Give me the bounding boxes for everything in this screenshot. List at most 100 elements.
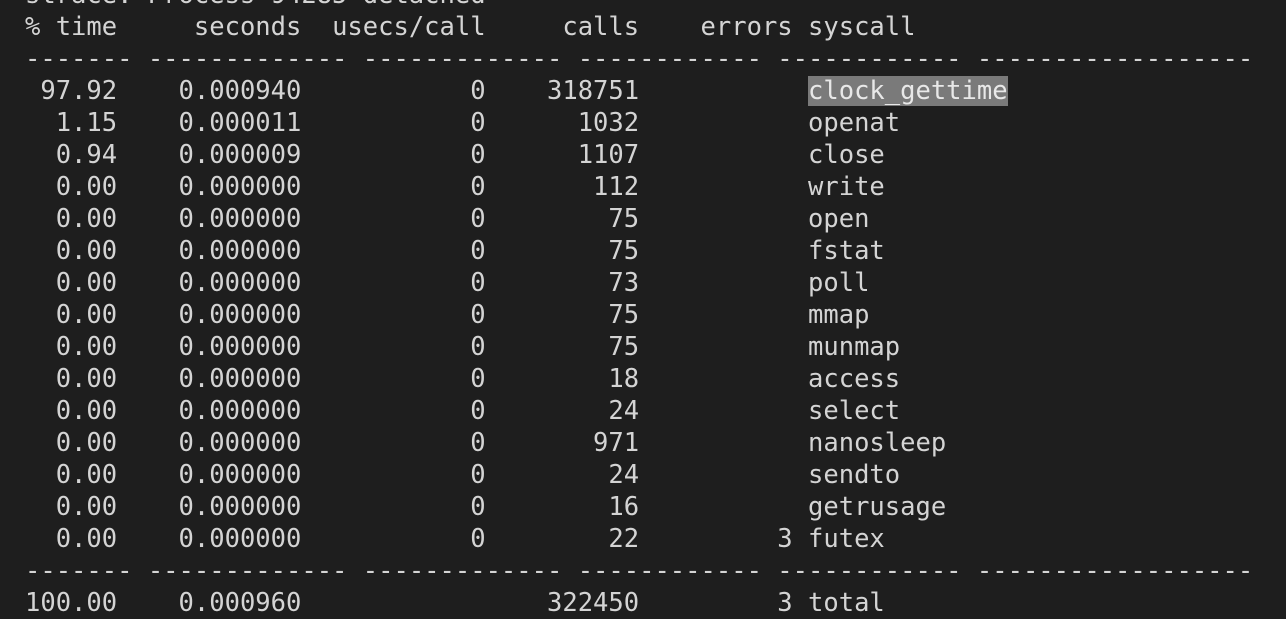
row-5-calls: 75 — [485, 236, 640, 266]
row-5-gap — [793, 236, 808, 266]
table-header-row: % time seconds usecs/call calls errors s… — [25, 11, 1253, 43]
total-row-pct-time: 100.00 — [25, 588, 118, 618]
row-12-seconds: 0.000000 — [117, 460, 302, 490]
row-7-errors — [639, 300, 793, 330]
row-1-usecs-per-call: 0 — [301, 108, 486, 138]
sep-calls: ------------ — [562, 556, 762, 586]
row-1-calls: 1032 — [485, 108, 640, 138]
row-11-seconds: 0.000000 — [117, 428, 302, 458]
row-3-gap — [793, 172, 808, 202]
table-row: 0.00 0.000000 0 16 getrusage — [25, 491, 1253, 523]
total-row-errors: 3 — [639, 588, 793, 618]
row-5-usecs-per-call: 0 — [301, 236, 486, 266]
row-7-seconds: 0.000000 — [117, 300, 302, 330]
header-pct-time: % time — [25, 12, 118, 42]
sep-pct-time: ------- — [25, 556, 133, 586]
header-seconds: seconds — [117, 12, 302, 42]
row-3-syscall: write — [808, 172, 885, 202]
row-13-errors — [639, 492, 793, 522]
sep-seconds: ------------- — [132, 556, 348, 586]
row-10-gap — [793, 396, 808, 426]
row-9-syscall: access — [808, 364, 901, 394]
row-14-seconds: 0.000000 — [117, 524, 302, 554]
table-total-row: 100.00 0.000960 322450 3 total — [25, 587, 1253, 619]
table-separator-bottom: ------- ------------- ------------- ----… — [25, 555, 1253, 587]
row-10-syscall: select — [808, 396, 901, 426]
table-row: 0.00 0.000000 0 73 poll — [25, 267, 1253, 299]
total-row-gap — [793, 588, 808, 618]
row-11-pct-time: 0.00 — [25, 428, 118, 458]
row-8-seconds: 0.000000 — [117, 332, 302, 362]
sep-errors: ------------ — [761, 556, 962, 586]
row-10-calls: 24 — [485, 396, 640, 426]
table-row: 0.00 0.000000 0 112 write — [25, 171, 1253, 203]
row-14-calls: 22 — [485, 524, 640, 554]
terminal-window[interactable]: strace: Process 94285 detached% time sec… — [0, 0, 1286, 618]
header-gap — [793, 12, 808, 42]
row-2-usecs-per-call: 0 — [301, 140, 486, 170]
row-7-calls: 75 — [485, 300, 640, 330]
row-2-errors — [639, 140, 793, 170]
row-2-syscall: close — [808, 140, 885, 170]
row-0-pct-time: 97.92 — [25, 76, 118, 106]
row-2-seconds: 0.000009 — [117, 140, 302, 170]
row-10-errors — [639, 396, 793, 426]
table-row: 97.92 0.000940 0 318751 clock_gettime — [25, 75, 1253, 107]
total-row-usecs-per-call — [301, 588, 485, 618]
row-9-pct-time: 0.00 — [25, 364, 118, 394]
row-11-usecs-per-call: 0 — [301, 428, 486, 458]
row-8-calls: 75 — [485, 332, 640, 362]
sep-syscall: ------------------ — [976, 44, 1254, 74]
row-13-seconds: 0.000000 — [117, 492, 302, 522]
row-6-pct-time: 0.00 — [25, 268, 118, 298]
row-10-pct-time: 0.00 — [25, 396, 118, 426]
row-5-errors — [639, 236, 793, 266]
row-1-seconds: 0.000011 — [117, 108, 302, 138]
row-12-usecs-per-call: 0 — [301, 460, 486, 490]
row-14-gap — [793, 524, 808, 554]
row-4-seconds: 0.000000 — [117, 204, 302, 234]
row-13-syscall: getrusage — [808, 492, 947, 522]
row-0-errors — [639, 76, 793, 106]
sep-usecs-per-call: ------------- — [347, 44, 563, 74]
row-4-gap — [793, 204, 808, 234]
row-6-gap — [793, 268, 808, 298]
row-12-pct-time: 0.00 — [25, 460, 118, 490]
header-calls: calls — [485, 12, 640, 42]
row-9-errors — [639, 364, 793, 394]
row-14-syscall: futex — [808, 524, 885, 554]
sep-usecs-per-call: ------------- — [347, 556, 563, 586]
row-12-gap — [793, 460, 808, 490]
row-6-errors — [639, 268, 793, 298]
row-6-seconds: 0.000000 — [117, 268, 302, 298]
row-13-calls: 16 — [485, 492, 640, 522]
row-12-syscall: sendto — [808, 460, 901, 490]
row-11-syscall: nanosleep — [808, 428, 947, 458]
row-13-usecs-per-call: 0 — [301, 492, 486, 522]
row-9-seconds: 0.000000 — [117, 364, 302, 394]
row-7-pct-time: 0.00 — [25, 300, 118, 330]
sep-calls: ------------ — [562, 44, 762, 74]
row-6-syscall: poll — [808, 268, 870, 298]
table-row: 0.00 0.000000 0 18 access — [25, 363, 1253, 395]
header-syscall: syscall — [808, 12, 916, 42]
table-separator-top: ------- ------------- ------------- ----… — [25, 43, 1253, 75]
row-0-usecs-per-call: 0 — [301, 76, 486, 106]
header-usecs-per-call: usecs/call — [301, 12, 486, 42]
table-row: 0.00 0.000000 0 75 mmap — [25, 299, 1253, 331]
scrolled-off-text: strace: Process 94285 detached — [25, 0, 486, 10]
row-8-syscall: munmap — [808, 332, 901, 362]
row-3-pct-time: 0.00 — [25, 172, 118, 202]
total-row-syscall: total — [808, 588, 885, 618]
row-8-pct-time: 0.00 — [25, 332, 118, 362]
row-7-gap — [793, 300, 808, 330]
row-9-gap — [793, 364, 808, 394]
total-row-seconds: 0.000960 — [117, 588, 302, 618]
row-4-calls: 75 — [485, 204, 640, 234]
row-14-usecs-per-call: 0 — [301, 524, 486, 554]
sep-syscall: ------------------ — [976, 556, 1254, 586]
row-13-gap — [793, 492, 808, 522]
row-7-syscall: mmap — [808, 300, 870, 330]
scrolled-off-line: strace: Process 94285 detached — [25, 0, 1253, 11]
row-6-calls: 73 — [485, 268, 640, 298]
